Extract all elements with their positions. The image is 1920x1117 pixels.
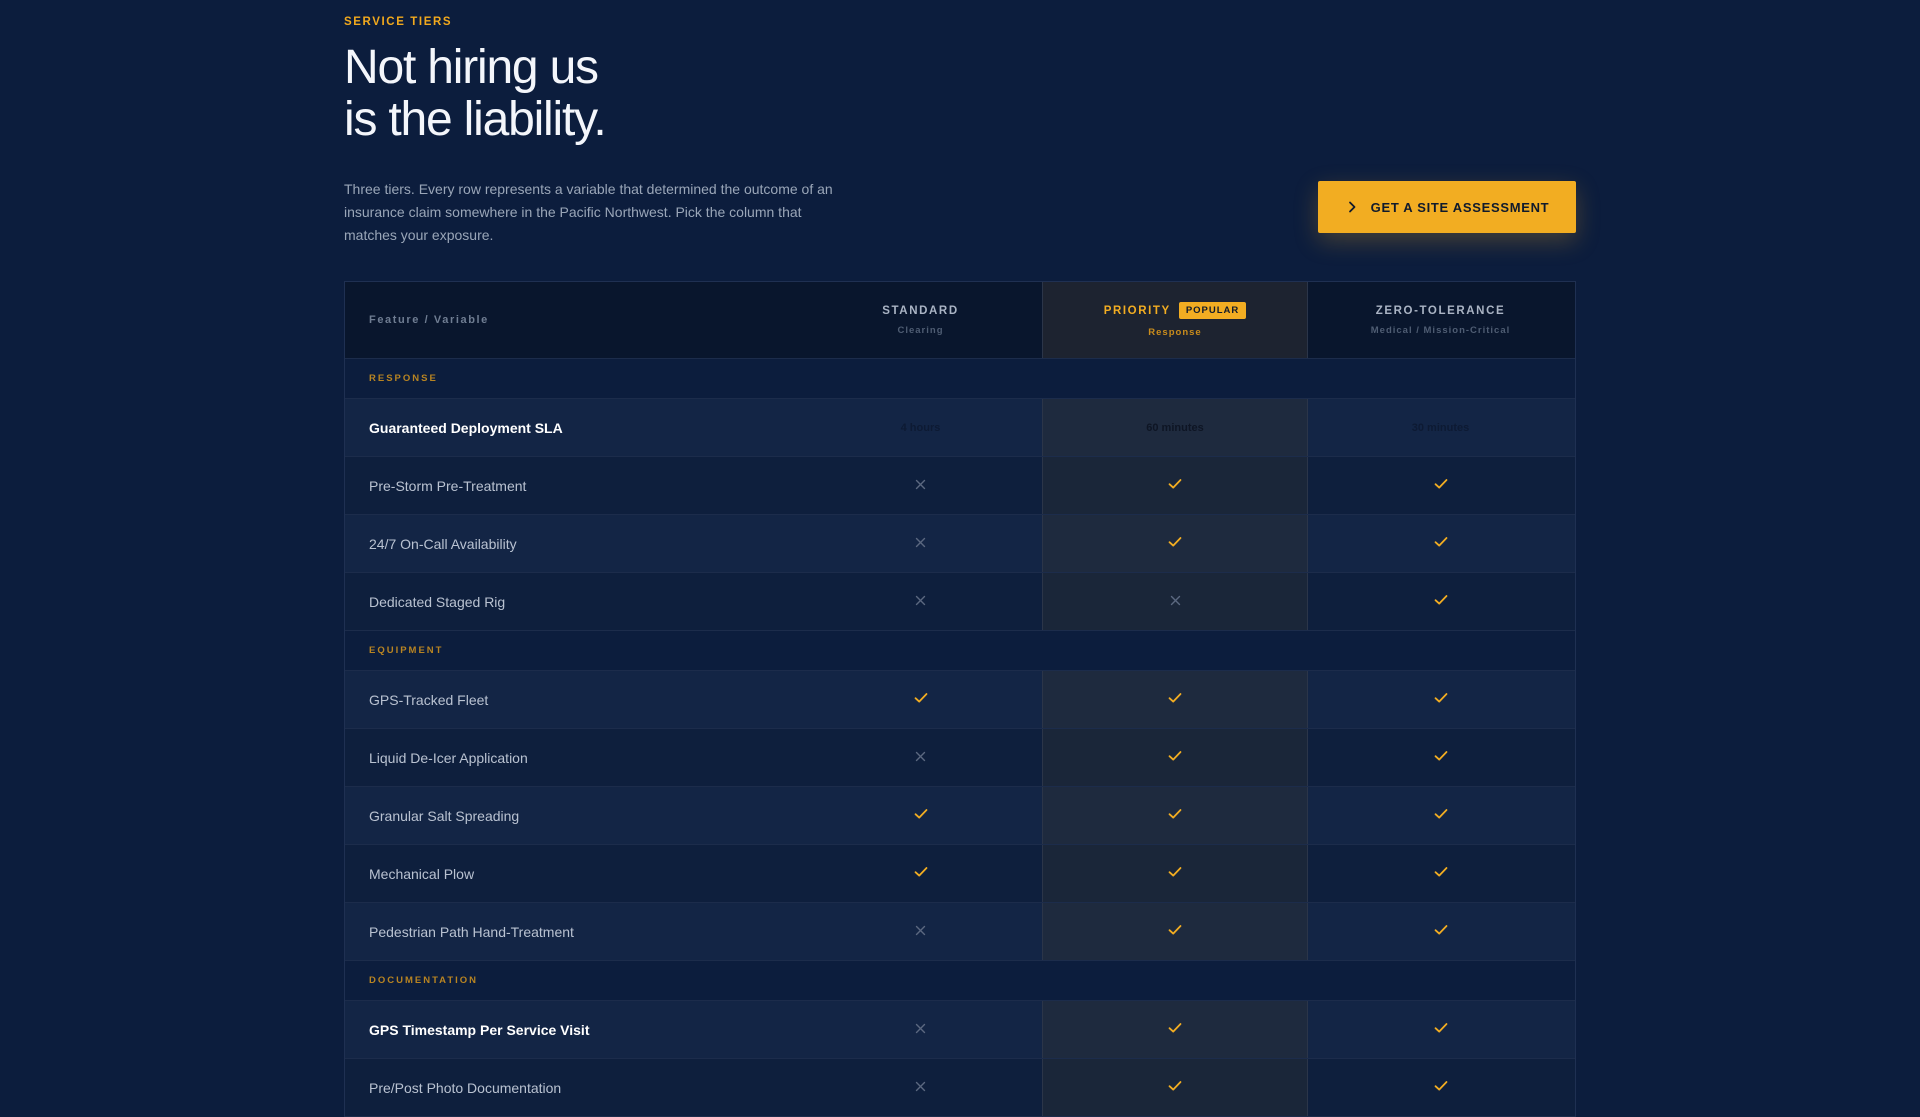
feature-column-header: Feature / Variable	[369, 314, 489, 326]
feature-label: Dedicated Staged Rig	[369, 593, 506, 610]
tier-subtitle: Medical / Mission-Critical	[1370, 324, 1511, 336]
check-icon	[1434, 535, 1448, 553]
cta-label: GET A SITE ASSESSMENT	[1370, 199, 1550, 215]
cross-icon	[915, 477, 926, 495]
table-row: Pre-Storm Pre-Treatment	[345, 457, 1575, 515]
feature-label: 24/7 On-Call Availability	[369, 535, 517, 552]
check-icon	[1168, 691, 1182, 709]
cross-icon	[915, 749, 926, 767]
tier-subtitle: Response	[1148, 327, 1202, 338]
check-icon	[1434, 865, 1448, 883]
section-label: EQUIPMENT	[369, 645, 444, 656]
check-icon	[1168, 807, 1182, 825]
table-row: GPS-Tracked Fleet	[345, 671, 1575, 729]
table-row: Granular Salt Spreading	[345, 787, 1575, 845]
feature-label: Pre/Post Photo Documentation	[369, 1079, 562, 1096]
feature-label: Guaranteed Deployment SLA	[369, 419, 563, 436]
table-header-row: Feature / Variable STANDARD Clearing PRI…	[345, 282, 1575, 359]
page-description: Three tiers. Every row represents a vari…	[344, 181, 833, 243]
table-row: 24/7 On-Call Availability	[345, 515, 1575, 573]
headline-line-2: is the liability.	[344, 93, 607, 146]
table-row: Liquid De-Icer Application	[345, 729, 1575, 787]
table-row: Mechanical Plow	[345, 845, 1575, 903]
section-label: DOCUMENTATION	[369, 975, 479, 986]
check-icon	[914, 807, 928, 825]
check-icon	[1434, 593, 1448, 611]
tier-subtitle: Clearing	[897, 324, 944, 336]
check-icon	[1168, 865, 1182, 883]
check-icon	[1168, 1079, 1182, 1097]
check-icon	[1434, 923, 1448, 941]
section-label: RESPONSE	[369, 373, 438, 384]
tier-priority-header: PRIORITY POPULAR Response	[1104, 302, 1247, 338]
tier-name: STANDARD	[882, 304, 959, 317]
check-icon	[1168, 1021, 1182, 1039]
headline-line-1: Not hiring us	[344, 41, 599, 94]
feature-label: Mechanical Plow	[369, 865, 475, 882]
cross-icon	[915, 1079, 926, 1097]
section-row: DOCUMENTATION	[345, 961, 1575, 1001]
table-row: Dedicated Staged Rig	[345, 573, 1575, 631]
tier-name: ZERO-TOLERANCE	[1375, 304, 1506, 317]
feature-label: Pre-Storm Pre-Treatment	[369, 477, 527, 494]
comparison-table: Feature / Variable STANDARD Clearing PRI…	[344, 281, 1576, 1117]
table-row: GPS Timestamp Per Service Visit	[345, 1001, 1575, 1059]
tier-zero-tolerance-header: ZERO-TOLERANCE Medical / Mission-Critica…	[1371, 305, 1511, 336]
feature-label: Granular Salt Spreading	[369, 807, 520, 824]
section-row: EQUIPMENT	[345, 631, 1575, 671]
table-row: Pre/Post Photo Documentation	[345, 1059, 1575, 1117]
feature-label: GPS Timestamp Per Service Visit	[369, 1021, 590, 1038]
cross-icon	[915, 923, 926, 941]
section-eyebrow: SERVICE TIERS	[344, 16, 453, 28]
check-icon	[1434, 1079, 1448, 1097]
cross-icon	[915, 535, 926, 553]
table-row: Pedestrian Path Hand-Treatment	[345, 903, 1575, 961]
tier-standard-header: STANDARD Clearing	[882, 305, 958, 336]
sla-value: 30 minutes	[1411, 421, 1470, 434]
check-icon	[1168, 923, 1182, 941]
sla-value: 4 hours	[900, 421, 941, 434]
check-icon	[1168, 535, 1182, 553]
cross-icon	[915, 593, 926, 611]
check-icon	[1434, 691, 1448, 709]
sla-value: 60 minutes	[1146, 421, 1204, 434]
cross-icon	[915, 1021, 926, 1039]
feature-label: GPS-Tracked Fleet	[369, 691, 489, 708]
check-icon	[1434, 477, 1448, 495]
section-row: RESPONSE	[345, 359, 1575, 399]
check-icon	[1434, 1021, 1448, 1039]
check-icon	[1168, 477, 1182, 495]
check-icon	[1168, 749, 1182, 767]
check-icon	[914, 691, 928, 709]
check-icon	[1434, 807, 1448, 825]
chevron-right-icon	[1348, 201, 1356, 213]
cross-icon	[1170, 593, 1181, 611]
feature-label: Pedestrian Path Hand-Treatment	[369, 923, 574, 940]
page-title: Not hiring us is the liability.	[344, 41, 607, 146]
get-site-assessment-button[interactable]: GET A SITE ASSESSMENT	[1318, 181, 1576, 233]
feature-label: Liquid De-Icer Application	[369, 749, 528, 766]
popular-badge: POPULAR	[1178, 302, 1247, 319]
check-icon	[914, 865, 928, 883]
tier-name: PRIORITY	[1103, 304, 1171, 317]
table-row: Guaranteed Deployment SLA 4 hours 60 minut…	[345, 399, 1575, 457]
check-icon	[1434, 749, 1448, 767]
